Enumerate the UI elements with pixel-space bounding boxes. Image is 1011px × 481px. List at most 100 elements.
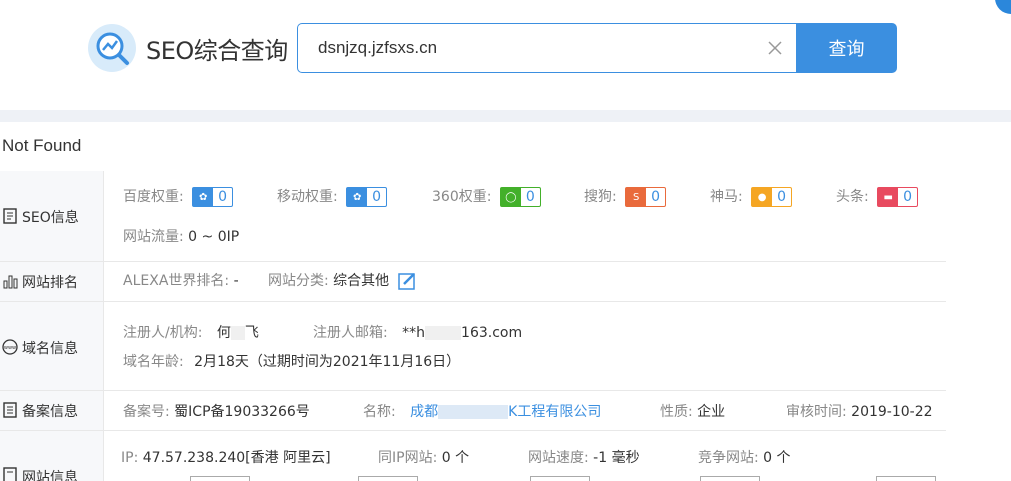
seo-info-label: SEO信息 [22, 210, 79, 226]
icp-type: 性质: 企业 [660, 401, 725, 421]
document-icon [3, 208, 17, 224]
registrant-email: 注册人邮箱: **h 163.com [313, 322, 522, 342]
bar-chart-icon [3, 275, 18, 289]
sogou-weight-badge[interactable]: S 0 [625, 187, 667, 207]
360-logo-icon: ◯ [500, 188, 521, 206]
row-head: 备案信息 [0, 391, 104, 430]
shenma-weight: 神马: ● 0 [710, 186, 793, 207]
sogou-weight-value: 0 [651, 189, 661, 205]
shenma-weight-value: 0 [777, 189, 787, 205]
redacted-mark [425, 326, 462, 340]
ranking-label: 网站排名 [22, 275, 78, 291]
www-globe-icon: www [2, 339, 18, 355]
alexa-rank: ALEXA世界排名: - [123, 270, 239, 290]
traffic-key: 网站流量: [123, 229, 184, 245]
row-control-stub [190, 476, 250, 481]
row-control-stub [530, 476, 590, 481]
email-value-a: **h [402, 325, 426, 341]
email-value-b: 163.com [461, 325, 523, 341]
category-key: 网站分类: [268, 273, 329, 289]
icp-name-value-a[interactable]: 成都 [410, 404, 438, 420]
registrant: 注册人/机构: 何飞 [123, 322, 259, 342]
icp-type-value: 企业 [697, 404, 726, 420]
toutiao-weight-key: 头条: [836, 189, 869, 205]
icp-audit: 审核时间: 2019-10-22 [786, 401, 933, 421]
same-ip-sites: 同IP网站: 0 个 [378, 447, 469, 467]
mobile-weight-badge[interactable]: ✿ 0 [346, 187, 388, 207]
icp-row: 备案信息 备案号: 蜀ICP备19033266号 名称: 成都 K工程有限公司 性… [0, 391, 946, 431]
row-head: SEO信息 [0, 171, 104, 261]
svg-text:www: www [4, 345, 16, 351]
alexa-key: ALEXA世界排名: [123, 273, 230, 289]
edit-icon[interactable] [397, 272, 416, 290]
ip-key: IP: [121, 450, 139, 466]
registrant-key: 注册人/机构: [123, 325, 203, 341]
registrant-value-b: 飞 [244, 325, 259, 341]
toutiao-weight-value: 0 [903, 189, 913, 205]
search-input[interactable] [318, 36, 758, 60]
r360-weight-badge[interactable]: ◯ 0 [499, 187, 541, 207]
row-control-stub [358, 476, 418, 481]
domain-row: www 域名信息 注册人/机构: 何飞 注册人邮箱: **h 163.com 域名… [0, 302, 946, 391]
site-info-label: 网站信息 [22, 470, 78, 481]
record-icon [3, 402, 17, 418]
seo-logo-icon [88, 24, 136, 72]
toutiao-weight: 头条: ▬ 0 [836, 186, 919, 207]
search-button[interactable]: 查询 [796, 23, 897, 73]
speed-value: -1 毫秒 [593, 450, 640, 466]
seo-info-row: SEO信息 百度权重: ✿ 0 移动权重: ✿ 0 360权重: ◯ 0 搜狗:… [0, 171, 946, 262]
traffic: 网站流量: 0 ~ 0IP [123, 226, 239, 246]
age-key: 域名年龄: [123, 354, 184, 370]
ranking-row: 网站排名 ALEXA世界排名: - 网站分类: 综合其他 [0, 262, 946, 302]
sogou-weight: 搜狗: S 0 [584, 186, 667, 207]
redacted-mark [230, 326, 245, 340]
baidu-paw-icon: ✿ [347, 188, 368, 206]
age-value: 2月18天（过期时间为2021年11月16日） [194, 354, 461, 370]
compete-value: 0 个 [763, 450, 791, 466]
row-control-stub [876, 476, 936, 481]
row-control-stub [700, 476, 760, 481]
search-box[interactable] [297, 23, 797, 73]
r360-weight-key: 360权重: [432, 189, 492, 205]
sogou-weight-key: 搜狗: [584, 189, 617, 205]
icp-label: 备案信息 [22, 404, 78, 420]
site-category: 网站分类: 综合其他 [268, 270, 416, 290]
header-divider [0, 110, 1011, 122]
sogou-logo-icon: S [626, 188, 647, 206]
shenma-weight-badge[interactable]: ● 0 [751, 187, 793, 207]
logo-text: SEO综合查询 [146, 37, 288, 65]
baidu-weight-badge[interactable]: ✿ 0 [192, 187, 234, 207]
registrant-value-a: 何 [216, 325, 231, 341]
baidu-weight-key: 百度权重: [123, 189, 184, 205]
icp-number: 备案号: 蜀ICP备19033266号 [123, 401, 310, 421]
clear-icon[interactable] [766, 39, 784, 57]
icp-audit-value: 2019-10-22 [851, 404, 933, 420]
mobile-weight: 移动权重: ✿ 0 [277, 186, 388, 207]
baidu-weight-value: 0 [218, 189, 228, 205]
toutiao-weight-badge[interactable]: ▬ 0 [877, 187, 919, 207]
icp-audit-key: 审核时间: [786, 404, 847, 420]
icp-no-value: 蜀ICP备19033266号 [174, 404, 310, 420]
ip-value: 47.57.238.240[香港 阿里云] [142, 450, 331, 466]
icp-type-key: 性质: [660, 404, 693, 420]
category-value: 综合其他 [333, 273, 390, 289]
shenma-logo-icon: ● [752, 188, 773, 206]
row-head: www 域名信息 [0, 302, 104, 390]
same-ip-value: 0 个 [441, 450, 470, 466]
alexa-value: - [233, 273, 239, 289]
site-speed: 网站速度: -1 毫秒 [528, 447, 640, 467]
r360-weight-value: 0 [525, 189, 535, 205]
document-icon [3, 467, 17, 481]
baidu-weight: 百度权重: ✿ 0 [123, 186, 234, 207]
same-ip-key: 同IP网站: [378, 450, 438, 466]
corner-avatar[interactable] [995, 0, 1011, 14]
shenma-weight-key: 神马: [710, 189, 743, 205]
traffic-value: 0 ~ 0IP [188, 229, 240, 245]
icp-name: 名称: 成都 K工程有限公司 [363, 401, 601, 421]
site-ip: IP: 47.57.238.240[香港 阿里云] [121, 447, 331, 467]
compete-key: 竞争网站: [698, 450, 759, 466]
row-head: 网站信息 [0, 431, 104, 481]
icp-name-key: 名称: [363, 404, 396, 420]
icp-name-value-b[interactable]: K工程有限公司 [508, 404, 601, 420]
header: SEO综合查询 查询 [0, 0, 1011, 110]
